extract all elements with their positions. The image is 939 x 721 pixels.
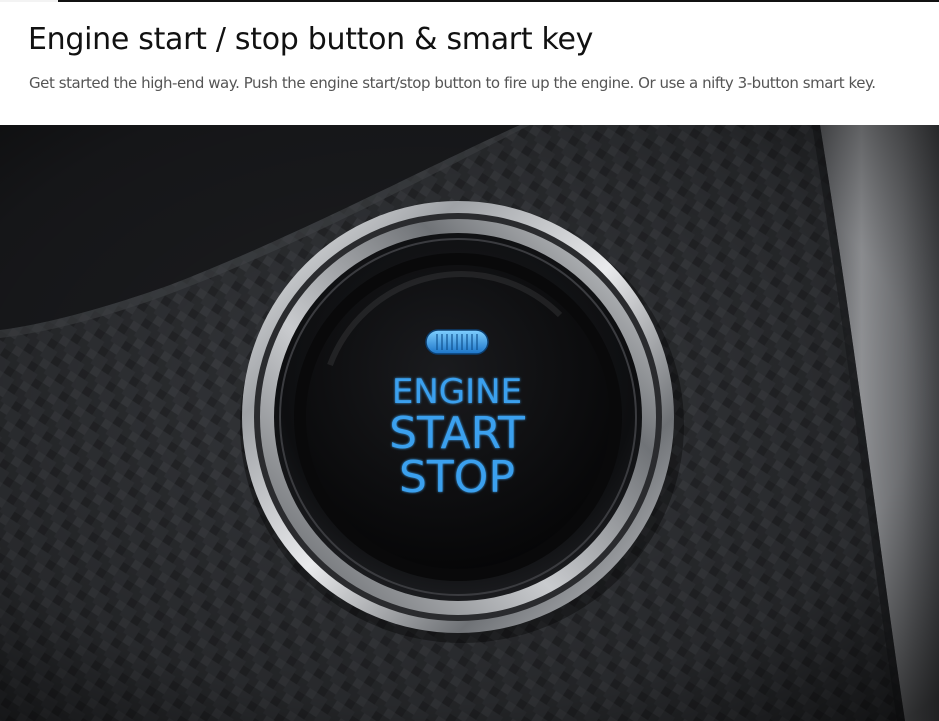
feature-description: Get started the high-end way. Push the e…: [29, 74, 876, 92]
feature-title: Engine start / stop button & smart key: [28, 22, 594, 57]
indicator-light-icon: [425, 329, 489, 355]
engine-start-button-photo: ENGINE START STOP: [0, 125, 939, 721]
button-label-stop: STOP: [399, 452, 515, 503]
top-divider: [0, 0, 939, 2]
photo-illustration: ENGINE START STOP: [0, 125, 939, 721]
top-divider-accent: [0, 0, 58, 2]
button-label-engine: ENGINE: [392, 372, 522, 412]
feature-page: Engine start / stop button & smart key G…: [0, 0, 939, 721]
